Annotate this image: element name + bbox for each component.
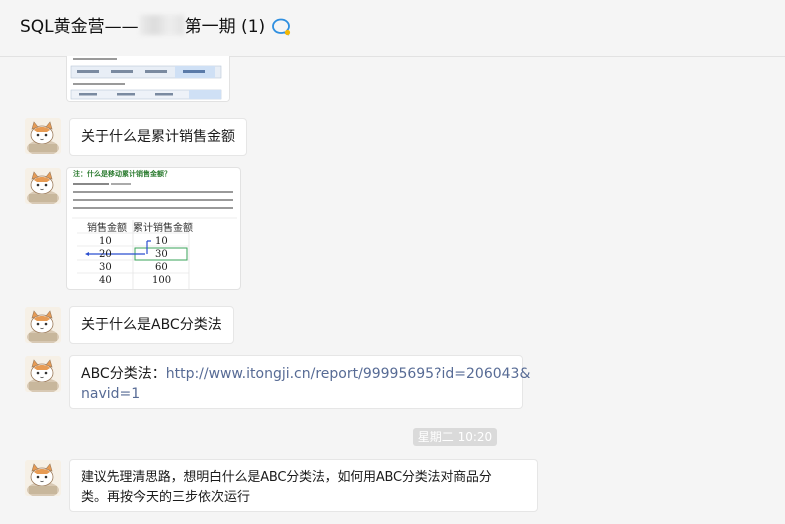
text-message[interactable]: 关于什么是累计销售金额	[69, 118, 247, 156]
timestamp: 星期二 10:20	[413, 428, 497, 446]
message-text: 关于什么是累计销售金额	[81, 129, 235, 145]
avatar[interactable]	[25, 118, 61, 154]
table-header-sales: 销售金额	[87, 223, 127, 234]
cat-avatar-icon	[25, 356, 61, 392]
table-cell: 30	[99, 262, 112, 273]
url-link-continued[interactable]: navid=1	[81, 384, 511, 404]
text-message-multiline[interactable]: 建议先理清思路，想明白什么是ABC分类法，如何用ABC分类法对商品分 类。再按今…	[69, 459, 538, 512]
message-text: ABC分类法：	[81, 366, 166, 382]
image-message-table[interactable]	[66, 56, 230, 102]
table-cell: 30	[155, 249, 168, 260]
message-text-line: 建议先理清思路，想明白什么是ABC分类法，如何用ABC分类法对商品分	[81, 470, 492, 485]
cat-avatar-icon	[25, 118, 61, 154]
url-link[interactable]: http://www.itongji.cn/report/99995695?id…	[166, 366, 531, 382]
image-message-moving-sum[interactable]: 注：什么是移动累计销售金额？ 销售金额 累计销售金额 10 10 20 30 3…	[66, 167, 241, 290]
avatar[interactable]	[25, 460, 61, 496]
avatar[interactable]	[25, 168, 61, 204]
table-header-cumulative: 累计销售金额	[133, 223, 193, 234]
table-screenshot-thumbnail	[67, 56, 229, 101]
table-cell: 10	[155, 236, 168, 247]
chat-bubble-icon[interactable]	[271, 17, 291, 37]
table-cell: 100	[152, 275, 172, 286]
cat-avatar-icon	[25, 307, 61, 343]
avatar[interactable]	[25, 307, 61, 343]
table-cell: 20	[99, 249, 112, 260]
table-cell: 60	[155, 262, 168, 273]
cat-avatar-icon	[25, 168, 61, 204]
chat-title-suffix: 第一期 (1)	[184, 17, 266, 37]
message-text-line: 类。再按今天的三步依次运行	[81, 490, 251, 505]
table-cell: 40	[99, 275, 112, 286]
chat-title[interactable]: SQL黄金营—— 第一期 (1)	[20, 15, 265, 38]
message-text: 关于什么是ABC分类法	[81, 317, 222, 333]
text-message[interactable]: 关于什么是ABC分类法	[69, 306, 234, 344]
cat-avatar-icon	[25, 460, 61, 496]
text-message-link[interactable]: ABC分类法：http://www.itongji.cn/report/9999…	[69, 355, 530, 409]
table-cell: 10	[99, 236, 112, 247]
chat-title-prefix: SQL黄金营——	[20, 17, 139, 37]
avatar[interactable]	[25, 356, 61, 392]
blurred-name	[139, 15, 184, 35]
chat-header: SQL黄金营—— 第一期 (1)	[0, 0, 785, 57]
